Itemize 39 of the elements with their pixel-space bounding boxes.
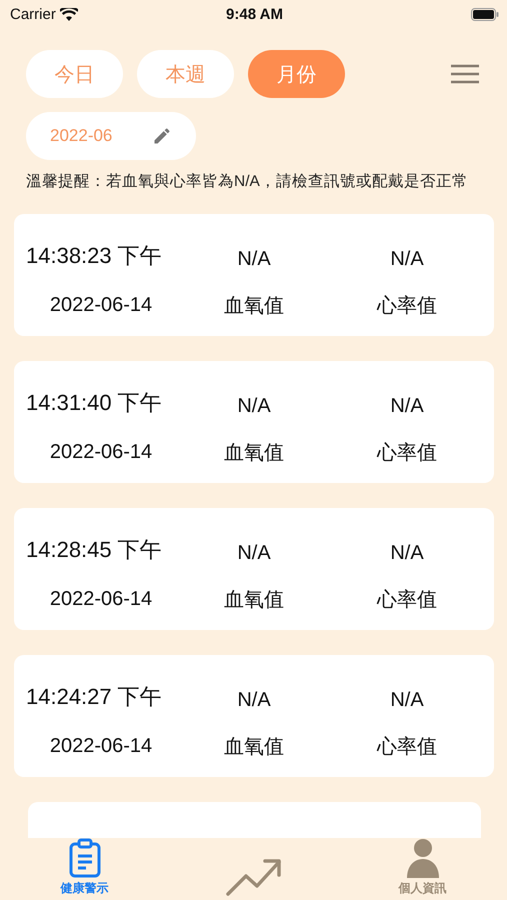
record-date: 2022-06-14 bbox=[48, 441, 154, 464]
blood-oxygen-label: 血氧值 bbox=[223, 294, 285, 319]
heart-rate-label: 心率值 bbox=[376, 441, 438, 466]
trend-icon bbox=[224, 857, 282, 897]
blood-oxygen-label: 血氧值 bbox=[223, 588, 285, 613]
person-icon bbox=[406, 838, 440, 878]
status-time: 9:48 AM bbox=[226, 6, 283, 22]
heart-rate-value: N/A bbox=[389, 248, 425, 272]
battery-icon bbox=[471, 8, 499, 20]
blood-oxygen-value: N/A bbox=[236, 542, 272, 566]
record-time: 14:38:23 下午 bbox=[25, 242, 163, 270]
record-date: 2022-06-14 bbox=[48, 294, 154, 317]
record-time: 14:31:40 下午 bbox=[25, 389, 163, 417]
record-time: 14:24:27 下午 bbox=[25, 683, 163, 711]
blood-oxygen-label: 血氧值 bbox=[223, 441, 285, 466]
blood-oxygen-value: N/A bbox=[236, 689, 272, 713]
tab-bar-item[interactable]: 個人資訊 bbox=[338, 838, 507, 900]
record-date: 2022-06-14 bbox=[48, 588, 154, 611]
wifi-icon bbox=[60, 8, 78, 20]
heart-rate-value: N/A bbox=[389, 689, 425, 713]
blood-oxygen-value: N/A bbox=[236, 248, 272, 272]
period-tab[interactable]: 月份 bbox=[248, 50, 345, 98]
pencil-icon bbox=[152, 126, 172, 146]
period-tab[interactable]: 今日 bbox=[26, 50, 123, 98]
menu-icon[interactable] bbox=[451, 64, 479, 84]
tab-bar-item[interactable]: 健康警示 bbox=[0, 838, 169, 900]
heart-rate-value: N/A bbox=[389, 395, 425, 419]
blood-oxygen-value: N/A bbox=[236, 395, 272, 419]
blood-oxygen-label: 血氧值 bbox=[223, 735, 285, 760]
heart-rate-label: 心率值 bbox=[376, 588, 438, 613]
heart-rate-label: 心率值 bbox=[376, 735, 438, 760]
month-picker[interactable]: 2022-06 bbox=[26, 112, 196, 160]
notice-text: 溫馨提醒：若血氧與心率皆為N/A，請檢查訊號或配戴是否正常 bbox=[26, 172, 469, 192]
record-time: 14:28:45 下午 bbox=[25, 536, 163, 564]
record-date: 2022-06-14 bbox=[48, 735, 154, 758]
heart-rate-label: 心率值 bbox=[376, 294, 438, 319]
period-tab[interactable]: 本週 bbox=[137, 50, 234, 98]
heart-rate-value: N/A bbox=[389, 542, 425, 566]
carrier-label: Carrier bbox=[10, 6, 56, 22]
